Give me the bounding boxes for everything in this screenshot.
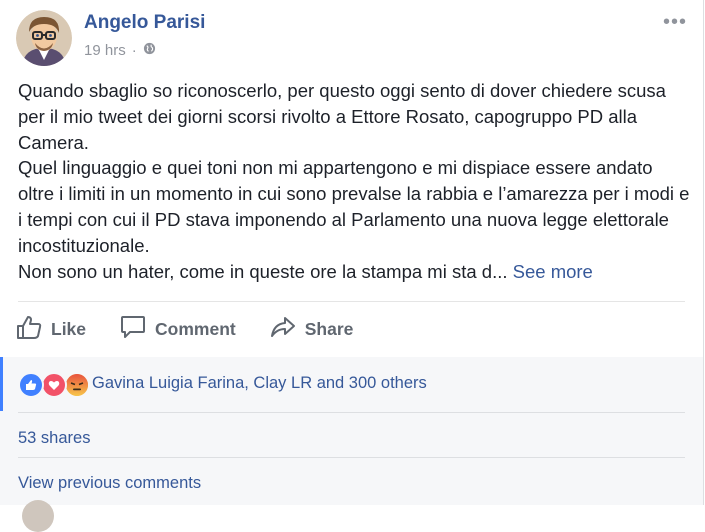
post-meta: 19 hrs ·: [84, 42, 156, 59]
globe-icon: [143, 42, 156, 59]
view-previous-comments-link[interactable]: View previous comments: [18, 474, 201, 493]
shares-count[interactable]: 53 shares: [18, 429, 90, 448]
truncated-text: Non sono un hater, come in queste ore la…: [18, 260, 508, 282]
comment-bubble-icon: [120, 315, 146, 344]
reaction-icons[interactable]: [18, 372, 90, 398]
thumbs-up-icon: [16, 315, 42, 344]
author-avatar[interactable]: [16, 10, 72, 66]
post-text: Quando sbaglio so riconoscerlo, per ques…: [18, 78, 690, 284]
post-card: Angelo Parisi 19 hrs · ••• Quando sbagli…: [0, 0, 704, 532]
author-name[interactable]: Angelo Parisi: [84, 12, 205, 34]
angry-icon: [64, 372, 90, 398]
post-paragraph: Quel linguaggio e quei toni non mi appar…: [18, 157, 690, 256]
divider: [18, 412, 685, 413]
comment-button[interactable]: Comment: [120, 315, 236, 344]
like-button[interactable]: Like: [16, 315, 86, 344]
post-timestamp[interactable]: 19 hrs: [84, 42, 126, 59]
post-paragraph-truncated: Non sono un hater, come in queste ore la…: [18, 259, 690, 285]
post-paragraph: Quando sbaglio so riconoscerlo, per ques…: [18, 80, 666, 153]
reaction-names[interactable]: Gavina Luigia Farina, Clay LR and 300 ot…: [92, 374, 427, 393]
feedback-section: Gavina Luigia Farina, Clay LR and 300 ot…: [0, 357, 703, 505]
action-bar: Like Comment Share: [16, 312, 387, 346]
reactions-row[interactable]: Gavina Luigia Farina, Clay LR and 300 ot…: [0, 357, 703, 411]
share-button[interactable]: Share: [270, 316, 354, 343]
like-label: Like: [51, 318, 87, 339]
divider: [18, 457, 685, 458]
share-label: Share: [304, 318, 354, 339]
love-icon: [41, 372, 67, 398]
like-icon: [18, 372, 44, 398]
divider: [18, 301, 685, 302]
comment-label: Comment: [155, 318, 236, 339]
post-options-icon[interactable]: •••: [663, 12, 687, 32]
share-arrow-icon: [270, 316, 296, 343]
see-more-link[interactable]: See more: [513, 261, 593, 282]
meta-separator: ·: [131, 42, 137, 59]
